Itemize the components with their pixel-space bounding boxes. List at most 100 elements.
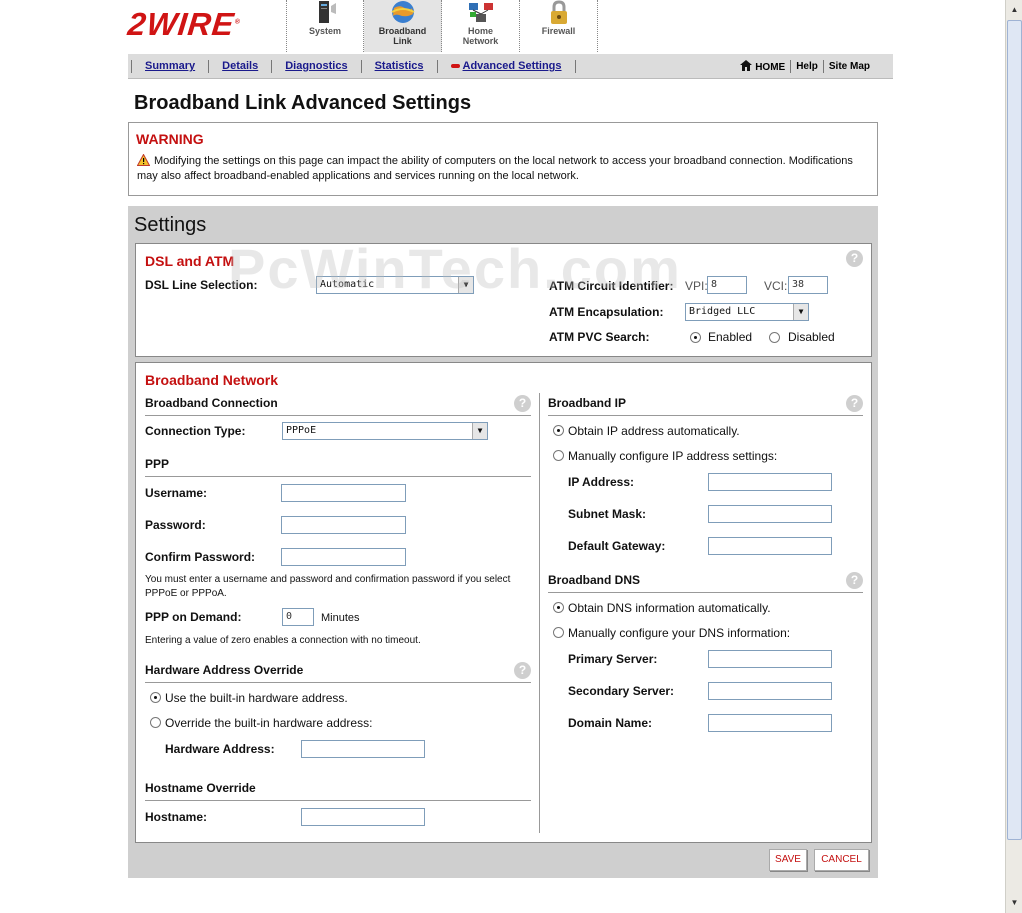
hardware-address-label: Hardware Address:: [165, 742, 275, 756]
domain-name-input[interactable]: [708, 714, 832, 732]
pvc-enabled-radio[interactable]: [690, 332, 701, 343]
dns-auto-radio[interactable]: [553, 602, 564, 613]
confirm-password-label: Confirm Password:: [145, 550, 256, 564]
broadband-network-panel: Broadband Network Broadband Connection ?…: [135, 362, 872, 843]
dsl-atm-panel: DSL and ATM ? DSL Line Selection: Automa…: [135, 243, 872, 357]
ip-address-input[interactable]: [708, 473, 832, 491]
demand-note: Entering a value of zero enables a conne…: [145, 635, 421, 646]
hw-override-radio[interactable]: [150, 717, 161, 728]
hardware-address-input[interactable]: [301, 740, 425, 758]
chevron-down-icon: ▼: [458, 277, 473, 293]
tab-broadband-link[interactable]: Broadband Link: [364, 0, 442, 52]
broadband-network-title: Broadband Network: [145, 372, 279, 388]
tab-system[interactable]: System: [286, 0, 364, 52]
active-indicator-icon: [450, 64, 460, 69]
broadband-connection-heading: Broadband Connection: [145, 396, 278, 410]
brand-logo: 2WIRE®: [126, 6, 242, 42]
nav-link-statistics[interactable]: Statistics: [360, 60, 437, 73]
globe-icon: [391, 1, 414, 23]
secondary-server-label: Secondary Server:: [568, 684, 675, 698]
ip-manual-label: Manually configure IP address settings:: [568, 449, 778, 463]
help-icon[interactable]: ?: [846, 250, 863, 267]
atm-encapsulation-label: ATM Encapsulation:: [549, 305, 664, 319]
lock-icon: [550, 0, 567, 24]
hw-builtin-label: Use the built-in hardware address.: [165, 691, 348, 705]
main-tabs: System Broadband Link Home Network Firewal…: [286, 0, 598, 52]
subnet-mask-input[interactable]: [708, 505, 832, 523]
dns-manual-radio[interactable]: [553, 627, 564, 638]
warning-text: Modifying the settings on this page can …: [137, 154, 853, 182]
browser-scrollbar[interactable]: ▲ ▼: [1005, 0, 1022, 913]
home-link[interactable]: HOME: [735, 59, 790, 74]
nav-link-summary[interactable]: Summary: [131, 60, 208, 73]
hw-override-label: Override the built-in hardware address:: [165, 716, 373, 730]
chevron-down-icon: ▼: [793, 304, 808, 320]
help-icon[interactable]: ?: [846, 395, 863, 412]
warning-icon: [137, 154, 150, 166]
divider: [145, 476, 531, 477]
sub-navigation: Summary Details Diagnostics Statistics A…: [128, 54, 893, 79]
hostname-input[interactable]: [301, 808, 425, 826]
warning-title: WARNING: [136, 131, 204, 147]
nav-link-details[interactable]: Details: [208, 60, 271, 73]
ip-auto-label: Obtain IP address automatically.: [568, 424, 740, 438]
secondary-server-input[interactable]: [708, 682, 832, 700]
ip-address-label: IP Address:: [568, 475, 635, 489]
broadband-dns-heading: Broadband DNS: [548, 573, 641, 587]
atm-circuit-label: ATM Circuit Identifier:: [549, 279, 674, 293]
default-gateway-label: Default Gateway:: [568, 539, 666, 553]
system-icon: [319, 1, 336, 23]
divider: [145, 682, 531, 683]
password-input[interactable]: [281, 516, 406, 534]
hardware-override-heading: Hardware Address Override: [145, 663, 304, 677]
nav-link-diagnostics[interactable]: Diagnostics: [271, 60, 360, 73]
dns-auto-label: Obtain DNS information automatically.: [568, 601, 771, 615]
cancel-button[interactable]: CANCEL: [814, 849, 869, 871]
username-input[interactable]: [281, 484, 406, 502]
hw-builtin-radio[interactable]: [150, 692, 161, 703]
password-label: Password:: [145, 518, 206, 532]
username-label: Username:: [145, 486, 208, 500]
vpi-input[interactable]: 8: [707, 276, 747, 294]
atm-encapsulation-select[interactable]: Bridged LLC ▼: [685, 303, 809, 321]
warning-box: WARNING Modifying the settings on this p…: [128, 122, 878, 196]
connection-type-label: Connection Type:: [145, 424, 246, 438]
vci-input[interactable]: 38: [788, 276, 828, 294]
column-divider: [539, 393, 540, 833]
dns-manual-label: Manually configure your DNS information:: [568, 626, 791, 640]
help-link[interactable]: Help: [790, 60, 823, 73]
primary-server-input[interactable]: [708, 650, 832, 668]
ppp-on-demand-input[interactable]: 0: [282, 608, 314, 626]
ppp-heading: PPP: [145, 457, 170, 471]
atm-pvc-search-label: ATM PVC Search:: [549, 330, 650, 344]
site-map-link[interactable]: Site Map: [822, 60, 875, 73]
primary-server-label: Primary Server:: [568, 652, 658, 666]
dsl-line-selection-select[interactable]: Automatic ▼: [316, 276, 474, 294]
confirm-password-input[interactable]: [281, 548, 406, 566]
broadband-ip-heading: Broadband IP: [548, 396, 627, 410]
save-button[interactable]: SAVE: [769, 849, 807, 871]
nav-link-advanced-settings[interactable]: Advanced Settings: [436, 60, 576, 73]
pvc-disabled-label: Disabled: [788, 330, 835, 344]
default-gateway-input[interactable]: [708, 537, 832, 555]
ppp-note: You must enter a username and password a…: [145, 574, 511, 599]
scroll-up-arrow-icon[interactable]: ▲: [1007, 2, 1022, 18]
divider: [145, 415, 531, 416]
pvc-disabled-radio[interactable]: [769, 332, 780, 343]
connection-type-select[interactable]: PPPoE ▼: [282, 422, 488, 440]
page-title: Broadband Link Advanced Settings: [134, 92, 472, 114]
help-icon[interactable]: ?: [514, 395, 531, 412]
ppp-on-demand-label: PPP on Demand:: [145, 610, 242, 624]
tab-firewall[interactable]: Firewall: [520, 0, 598, 52]
ip-manual-radio[interactable]: [553, 450, 564, 461]
help-icon[interactable]: ?: [514, 662, 531, 679]
vci-label: VCI:: [764, 279, 788, 293]
network-icon: [468, 3, 493, 22]
tab-home-network[interactable]: Home Network: [442, 0, 520, 52]
pvc-enabled-label: Enabled: [708, 330, 753, 344]
ip-auto-radio[interactable]: [553, 425, 564, 436]
scrollbar-thumb[interactable]: [1007, 20, 1022, 840]
scroll-down-arrow-icon[interactable]: ▼: [1007, 895, 1022, 911]
help-icon[interactable]: ?: [846, 572, 863, 589]
subnet-mask-label: Subnet Mask:: [568, 507, 647, 521]
